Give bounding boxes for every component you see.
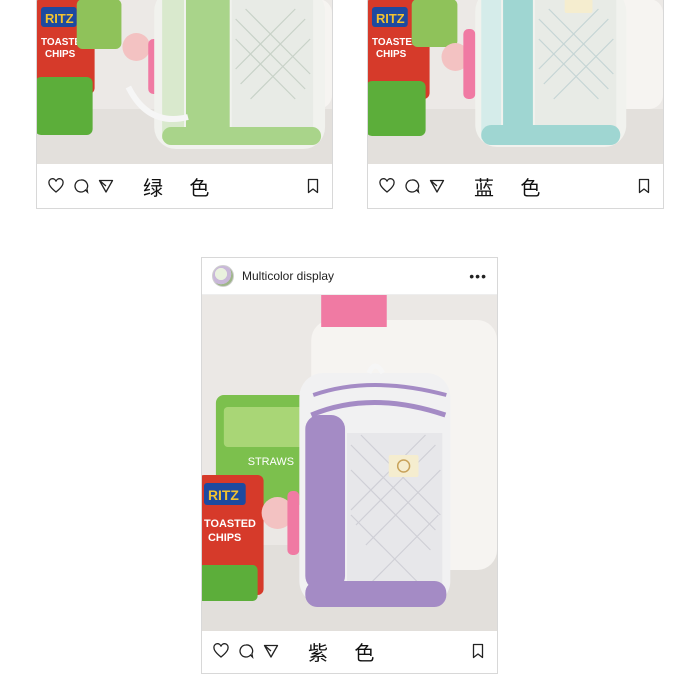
purple-variant-card: Multicolor display ••• STRAWS RITZ TOAST… [201,257,498,674]
green-action-bar: 绿 色 [37,164,332,208]
send-icon[interactable] [428,177,446,195]
blue-variant-card: RITZ TOASTED CHIPS 蓝 色 [367,0,664,209]
avatar[interactable] [212,265,234,287]
product-gallery-page: RITZ TOASTED CHIPS 绿 色 RITZ TOASTED CHIP… [0,0,700,700]
username[interactable]: Multicolor display [242,269,469,283]
post-header: Multicolor display ••• [202,258,497,295]
comment-icon[interactable] [72,177,90,195]
comment-icon[interactable] [403,177,421,195]
more-options-icon[interactable]: ••• [469,268,487,284]
color-caption: 紫 色 [308,640,385,665]
blue-action-bar: 蓝 色 [368,164,663,208]
comment-icon[interactable] [237,642,255,660]
ritz-text: RITZ [208,487,239,503]
purple-backpack-photo: STRAWS RITZ TOASTED CHIPS [202,295,497,631]
bookmark-icon[interactable] [469,642,487,660]
toasted-text: TOASTED [204,518,256,530]
ritz-text: RITZ [45,11,74,26]
chips-text: CHIPS [208,532,241,544]
straws-text: STRAWS [248,456,294,468]
color-caption: 蓝 色 [474,175,551,200]
bookmark-icon[interactable] [304,177,322,195]
bookmark-icon[interactable] [635,177,653,195]
heart-icon[interactable] [47,177,65,195]
heart-icon[interactable] [378,177,396,195]
color-caption: 绿 色 [143,175,220,200]
blue-backpack-photo: RITZ TOASTED CHIPS [368,0,663,164]
heart-icon[interactable] [212,642,230,660]
send-icon[interactable] [97,177,115,195]
green-variant-card: RITZ TOASTED CHIPS 绿 色 [36,0,333,209]
send-icon[interactable] [262,642,280,660]
chips-text: CHIPS [45,49,76,60]
green-backpack-photo: RITZ TOASTED CHIPS [37,0,332,164]
chips-text: CHIPS [376,49,407,60]
ritz-text: RITZ [376,11,405,26]
purple-action-bar: 紫 色 [202,629,497,673]
